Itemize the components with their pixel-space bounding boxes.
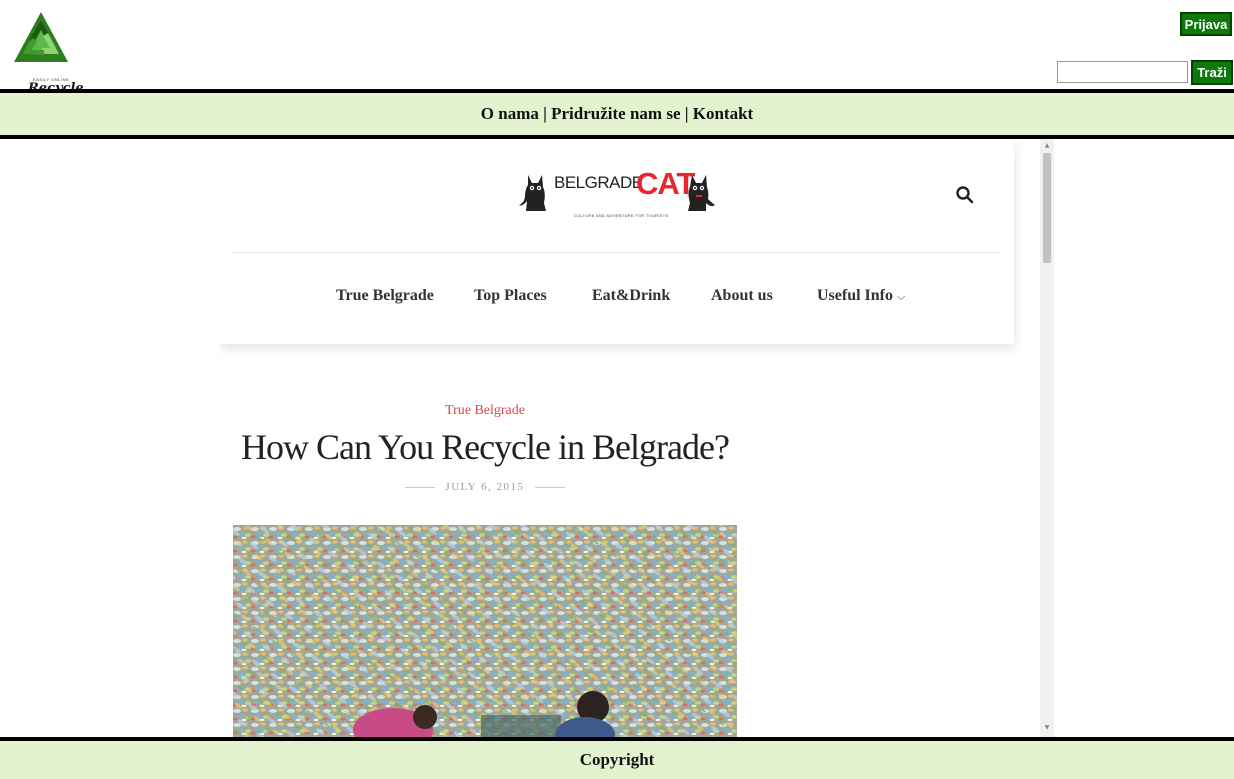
- nav-link-contact[interactable]: Kontakt: [693, 104, 753, 124]
- post-hero-image[interactable]: [233, 525, 737, 737]
- date-line-left: [405, 486, 436, 488]
- recycle-logo[interactable]: EASILY ONLINE Recycle: [10, 10, 84, 96]
- frame-scrollbar[interactable]: ▲ ▼: [1040, 139, 1054, 737]
- belgrade-cat-logo[interactable]: BELGRADE CAT CULTURE AND ADVENTURE FOR T…: [516, 166, 718, 221]
- menu-item-top-places[interactable]: Top Places: [474, 287, 547, 305]
- search-input[interactable]: [1057, 61, 1188, 83]
- menu-item-useful-info-label: Useful Info: [817, 287, 894, 304]
- menu-item-about-us[interactable]: About us: [711, 287, 773, 305]
- post-title[interactable]: How Can You Recycle in Belgrade?: [220, 426, 750, 468]
- cat-right-icon: [688, 175, 715, 211]
- date-line-right: [534, 486, 565, 488]
- menu-item-true-belgrade[interactable]: True Belgrade: [336, 287, 434, 305]
- scroll-up-icon[interactable]: ▲: [1040, 141, 1054, 151]
- divider: [233, 252, 1001, 253]
- footer-band: Copyright: [0, 737, 1234, 779]
- nav-band: O nama | Pridružite nam se | Kontakt: [0, 89, 1234, 139]
- embedded-site-frame: BELGRADE CAT CULTURE AND ADVENTURE FOR T…: [220, 139, 1054, 737]
- scroll-thumb[interactable]: [1043, 153, 1051, 263]
- nav-link-about[interactable]: O nama: [481, 104, 539, 124]
- chevron-down-icon: ⌵: [897, 290, 906, 303]
- menu-item-eat-drink[interactable]: Eat&Drink: [592, 287, 670, 305]
- login-button[interactable]: Prijava: [1180, 12, 1232, 36]
- post-date-row: JULY 6, 2015: [405, 479, 565, 495]
- menu-item-useful-info[interactable]: Useful Info ⌵: [817, 287, 905, 305]
- post-date: JULY 6, 2015: [445, 481, 525, 493]
- cat-left-icon: [519, 175, 546, 211]
- top-bar: EASILY ONLINE Recycle Prijava Traži: [0, 0, 1234, 96]
- nav-separator: |: [538, 104, 552, 123]
- post-category[interactable]: True Belgrade: [220, 403, 750, 419]
- magnifier-icon[interactable]: [955, 185, 975, 205]
- search-button[interactable]: Traži: [1191, 60, 1233, 85]
- copyright-text: Copyright: [579, 750, 655, 769]
- brand-tagline: CULTURE AND ADVENTURE FOR TOURISTS: [574, 213, 669, 218]
- site-menu: True Belgrade Top Places Eat&Drink About…: [220, 287, 1014, 309]
- site-header-card: BELGRADE CAT CULTURE AND ADVENTURE FOR T…: [220, 139, 1014, 344]
- plastic-bottles-photo: [233, 525, 737, 737]
- recycle-triangle-icon: [14, 12, 68, 62]
- scroll-down-icon[interactable]: ▼: [1040, 723, 1054, 733]
- nav-link-join[interactable]: Pridružite nam se: [551, 104, 680, 124]
- brand-word: BELGRADE: [554, 173, 643, 192]
- nav-separator: |: [680, 104, 693, 123]
